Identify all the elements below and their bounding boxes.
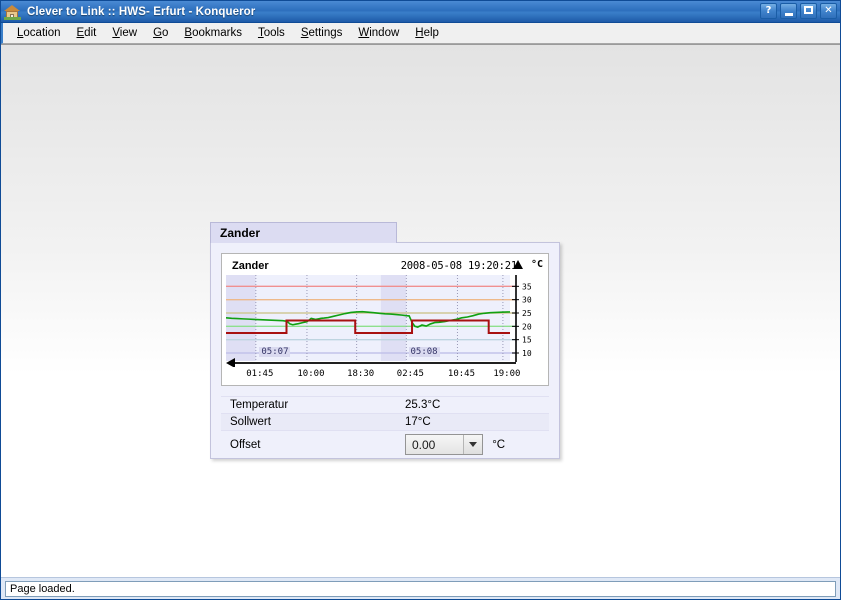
chart-plot-area: 35 30 25 20 15 10 05:07 05:08 [226,275,545,367]
chart-x-axis: 01:45 10:00 18:30 02:45 10:45 19:00 [226,367,545,383]
chart-day-marker: 05:07 [259,347,291,357]
close-button[interactable]: ✕ [820,3,837,19]
offset-select[interactable]: 0.00 [405,434,483,455]
offset-unit-label: °C [492,438,506,451]
menu-item-window[interactable]: Window [350,25,407,41]
row-value-temperatur: 25.3°C [405,399,441,411]
row-value-sollwert: 17°C [405,416,431,428]
svg-text:20: 20 [522,322,532,331]
help-button[interactable]: ? [760,3,777,19]
status-text: Page loaded. [5,580,836,597]
chart-timestamp: 2008-05-08 19:20:21 [400,260,518,272]
menu-item-edit[interactable]: Edit [69,25,105,41]
chart-day-marker: 05:08 [408,347,440,357]
window-controls: ? ✕ [760,3,837,19]
title-bar: Clever to Link :: HWS- Erfurt - Konquero… [1,1,840,23]
menu-label-location: ocation [23,27,61,39]
row-sollwert: Sollwert 17°C [221,413,549,430]
x-tick-label: 10:45 [447,369,475,379]
card-tab-label: Zander [220,226,261,240]
x-tick-label: 18:30 [347,369,375,379]
status-bar: Page loaded. [1,577,840,599]
temperature-chart: Zander 2008-05-08 19:20:21 °C 35 30 25 20 15… [221,253,549,386]
svg-text:15: 15 [522,336,532,345]
value-rows: Temperatur 25.3°C Sollwert 17°C Offset 0… [221,396,549,458]
svg-text:30: 30 [522,296,532,305]
row-offset: Offset 0.00 °C [221,430,549,458]
chart-title: Zander [232,260,269,272]
menu-item-location[interactable]: Location [9,25,69,41]
card-body: Zander 2008-05-08 19:20:21 °C 35 30 25 20 15… [210,242,560,459]
row-value-offset: 0.00 °C [405,434,505,455]
menu-item-help[interactable]: Help [407,25,447,41]
x-tick-label: 01:45 [246,369,274,379]
chevron-down-icon[interactable] [464,435,482,454]
y-axis-unit-label: °C [530,259,543,270]
page-content: Zander Zander 2008-05-08 19:20:21 °C 35 3… [1,44,840,577]
menu-item-settings[interactable]: Settings [293,25,351,41]
card-tab[interactable]: Zander [210,222,397,243]
svg-text:10: 10 [522,349,532,358]
minimize-button[interactable] [780,3,797,19]
browser-window: Clever to Link :: HWS- Erfurt - Konquero… [0,0,841,600]
menu-item-bookmarks[interactable]: Bookmarks [176,25,250,41]
maximize-button[interactable] [800,3,817,19]
svg-text:25: 25 [522,309,532,318]
row-label-offset: Offset [230,438,261,451]
menu-item-go[interactable]: Go [145,25,176,41]
row-label-temperatur: Temperatur [230,399,289,411]
y-axis-arrow-icon [513,260,523,269]
home-icon [4,4,21,20]
device-card: Zander Zander 2008-05-08 19:20:21 °C 35 3… [210,222,560,459]
offset-select-value: 0.00 [406,435,464,454]
x-tick-label: 10:00 [297,369,325,379]
row-temperatur: Temperatur 25.3°C [221,396,549,413]
row-label-sollwert: Sollwert [230,416,271,428]
menu-item-tools[interactable]: Tools [250,25,293,41]
menu-bar: Location Edit View Go Bookmarks Tools Se… [1,23,840,44]
x-tick-label: 02:45 [396,369,424,379]
menu-item-view[interactable]: View [104,25,145,41]
x-tick-label: 19:00 [493,369,521,379]
svg-text:35: 35 [522,282,532,291]
window-title: Clever to Link :: HWS- Erfurt - Konquero… [27,5,256,18]
chart-header: Zander 2008-05-08 19:20:21 °C [226,258,545,275]
